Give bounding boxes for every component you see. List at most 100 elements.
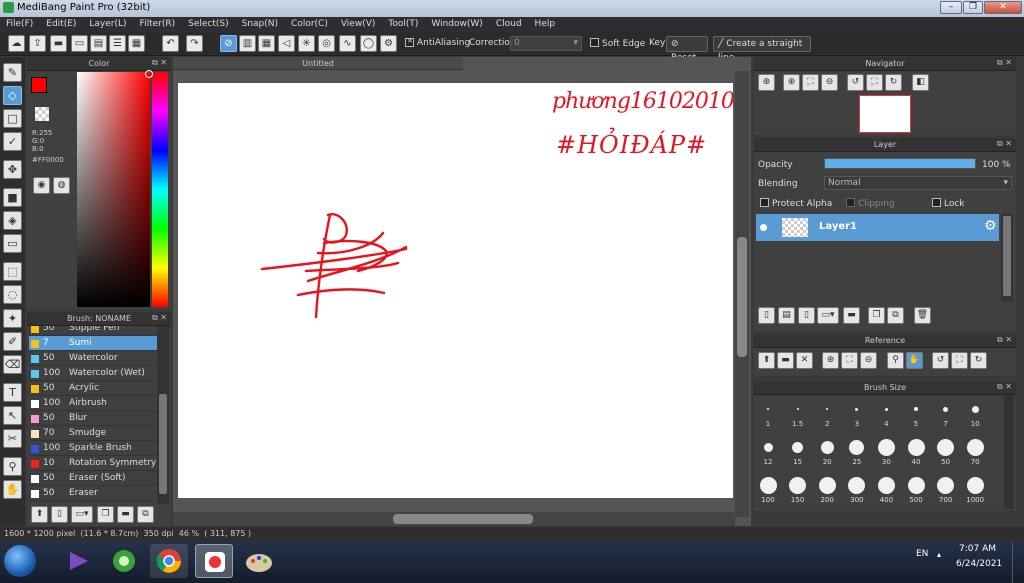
ref-folder-icon[interactable]: ▬	[777, 352, 794, 369]
lock-checkbox[interactable]: Lock	[932, 198, 965, 209]
brush-item[interactable]: 7Sumi✱	[29, 336, 157, 351]
brush-size-dot[interactable]	[907, 438, 925, 456]
ref-rotate-left-icon[interactable]: ↺	[932, 352, 949, 369]
cloud-icon[interactable]: ☁	[8, 35, 25, 52]
vertical-scroll-thumb[interactable]	[737, 237, 747, 357]
brush-item[interactable]: 50 Acrylic	[29, 381, 157, 396]
layer-scroll-thumb[interactable]	[1003, 216, 1011, 296]
brush-size-dot[interactable]	[759, 476, 777, 494]
reference-float-icon[interactable]: ⧉ ✕	[997, 335, 1012, 345]
merge-layer-icon[interactable]: ⧉	[887, 307, 904, 324]
visual-studio-icon[interactable]	[60, 544, 98, 578]
operation-tool-icon[interactable]: ↖	[3, 406, 22, 425]
cross-snap-icon[interactable]: ▦	[258, 35, 275, 52]
hue-slider[interactable]	[152, 72, 168, 307]
horizontal-scrollbar[interactable]	[173, 512, 735, 526]
navigator-preview[interactable]	[859, 95, 911, 133]
dot-tool-icon[interactable]: ✓	[3, 132, 22, 151]
menu-view[interactable]: View(V)	[341, 17, 376, 32]
brush-folder-icon[interactable]: ▬	[117, 506, 134, 523]
brush-duplicate-icon[interactable]: ⧉	[137, 506, 154, 523]
brush-item[interactable]: 100 Airbrush	[29, 396, 157, 411]
move-tool-icon[interactable]: ✥	[3, 160, 22, 179]
select-tool-icon[interactable]: ⬚	[3, 262, 22, 281]
snap-off-icon[interactable]: ⊘	[220, 35, 237, 52]
vanish-snap-icon[interactable]: ◁	[278, 35, 295, 52]
menu-help[interactable]: Help	[535, 17, 556, 32]
brush-panel-float-icon[interactable]: ⧉ ✕	[152, 313, 167, 323]
divide-tool-icon[interactable]: ✂	[3, 429, 22, 448]
medibang-taskbar-icon[interactable]	[195, 544, 233, 578]
menu-select[interactable]: Select(S)	[188, 17, 229, 32]
ref-close-icon[interactable]: ✕	[796, 352, 813, 369]
soft-edge-checkbox[interactable]: Soft Edge	[590, 38, 645, 49]
clipping-checkbox[interactable]: Clipping	[846, 198, 895, 209]
minimize-button[interactable]: –	[940, 1, 962, 14]
brush-list-scrollbar[interactable]	[157, 326, 169, 504]
ref-eyedropper-icon[interactable]: ⚲	[887, 352, 904, 369]
zoom-in-2-icon[interactable]: ⊕	[783, 74, 800, 91]
rectangle-tool-icon[interactable]: □	[3, 109, 22, 128]
tray-expand-icon[interactable]: ▴	[937, 550, 941, 559]
straight-line-button[interactable]: ╱ Create a straight line	[713, 36, 811, 63]
language-indicator[interactable]: EN	[916, 549, 928, 559]
brush-size-dot[interactable]	[820, 440, 834, 454]
menu-window[interactable]: Window(W)	[431, 17, 482, 32]
brush-size-dot[interactable]	[796, 408, 799, 410]
redo-icon[interactable]: ↷	[186, 35, 203, 52]
vertical-scrollbar[interactable]	[735, 71, 749, 517]
start-button[interactable]	[4, 545, 36, 577]
horizontal-scroll-thumb[interactable]	[393, 514, 533, 524]
brush-item[interactable]: 50 Stipple Pen	[29, 326, 157, 336]
brush-size-dot[interactable]	[763, 442, 773, 452]
brush-size-dot[interactable]	[937, 438, 955, 456]
eraser-tool-icon[interactable]: ◇	[3, 86, 22, 105]
ref-rotate-right-icon[interactable]: ↻	[970, 352, 987, 369]
show-desktop-button[interactable]	[1012, 541, 1024, 583]
layer-scrollbar[interactable]	[1001, 214, 1013, 302]
opacity-slider[interactable]	[824, 158, 976, 169]
brush-size-dot[interactable]	[767, 408, 769, 410]
menu-tool[interactable]: Tool(T)	[388, 17, 418, 32]
brush-item[interactable]: 50 Watercolor	[29, 351, 157, 366]
add-brush-icon[interactable]: ⬆	[31, 506, 48, 523]
correction-dropdown[interactable]: 0 ▾	[510, 36, 582, 51]
circle-snap-icon[interactable]: ◎	[318, 35, 335, 52]
ref-hand-icon[interactable]: ✋	[906, 352, 923, 369]
menu-snap[interactable]: Snap(N)	[242, 17, 278, 32]
menu-file[interactable]: File(F)	[6, 17, 33, 32]
magic-wand-tool-icon[interactable]: ✦	[3, 309, 22, 328]
close-button[interactable]: ✕	[984, 1, 1022, 14]
brush-size-dot[interactable]	[848, 476, 866, 494]
drawing-canvas[interactable]: phương16102010 #HỎIĐÁP#	[178, 83, 733, 498]
upload-icon[interactable]: ⇪	[29, 35, 46, 52]
brush-size-dot[interactable]	[943, 406, 949, 412]
text-tool-icon[interactable]: T	[3, 383, 22, 402]
brush-size-dot[interactable]	[877, 438, 895, 456]
ref-zoom-out-icon[interactable]: ⊖	[860, 352, 877, 369]
brush-item[interactable]: 70 Smudge	[29, 426, 157, 441]
delete-layer-icon[interactable]: 🗑	[914, 307, 931, 324]
color-history-icon[interactable]: ◍	[53, 177, 70, 194]
select-pen-tool-icon[interactable]: ✐	[3, 332, 22, 351]
brush-size-dot[interactable]	[877, 476, 895, 494]
brush-size-dot[interactable]	[849, 439, 865, 455]
layer-folder-icon[interactable]: ▬	[843, 307, 860, 324]
rotate-right-icon[interactable]: ↻	[885, 74, 902, 91]
protect-alpha-checkbox[interactable]: Protect Alpha	[760, 198, 832, 209]
brush-size-dot[interactable]	[971, 405, 979, 413]
duplicate-layer-icon[interactable]: ❐	[868, 307, 885, 324]
brush-item[interactable]: 10 Rotation Symmetry Pen	[29, 456, 157, 471]
layer-gear-icon[interactable]: ⚙	[984, 218, 997, 234]
reset-button[interactable]: ⊘ Reset	[666, 36, 708, 63]
brush-size-dot[interactable]	[818, 476, 836, 494]
brush-scroll-thumb[interactable]	[159, 394, 167, 494]
layer-float-icon[interactable]: ⧉ ✕	[997, 139, 1012, 149]
brush-size-scrollbar[interactable]	[1004, 395, 1014, 509]
new-layer-icon[interactable]: ▯	[758, 307, 775, 324]
eyedropper-tool-icon[interactable]: ⚲	[3, 457, 22, 476]
brush-item[interactable]: 50 Blur	[29, 411, 157, 426]
new-brush-icon[interactable]: ▯	[51, 506, 68, 523]
menu-filter[interactable]: Filter(R)	[140, 17, 176, 32]
brush-size-dot[interactable]	[826, 408, 829, 410]
